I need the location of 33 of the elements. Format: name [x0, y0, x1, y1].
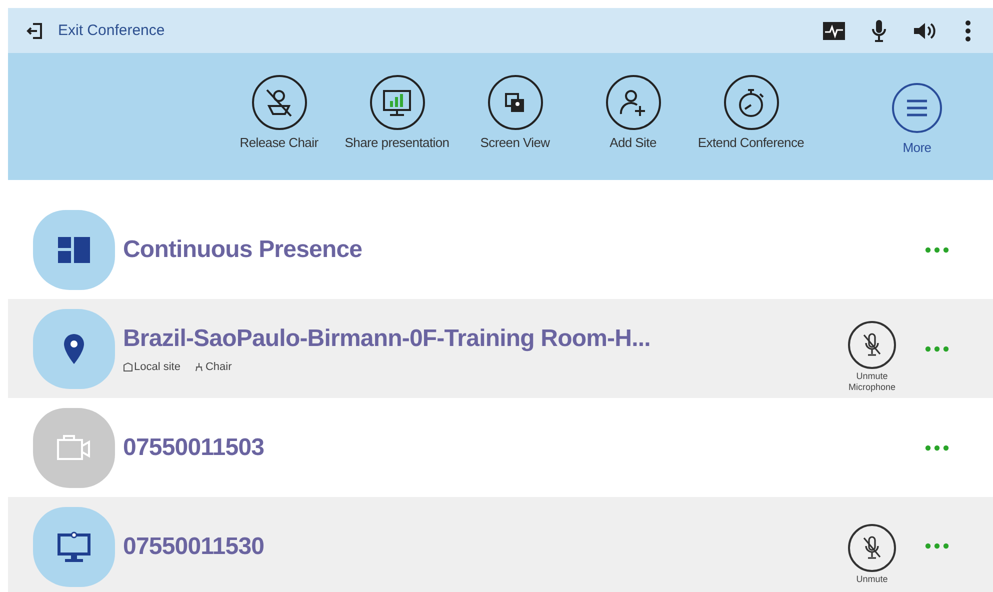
- toolbar-button[interactable]: Add Site: [574, 75, 692, 150]
- site-name: 07550011503: [123, 434, 266, 462]
- muted-microphone-icon: [861, 332, 883, 358]
- more-options-icon[interactable]: [925, 346, 949, 352]
- toolbar-button[interactable]: Release Chair: [220, 75, 338, 150]
- layout-icon: [58, 236, 90, 262]
- site-tag: Local site: [123, 360, 180, 372]
- unmute-microphone-button[interactable]: Unmute Microphone: [837, 320, 907, 392]
- toolbar-button[interactable]: Share presentation: [338, 75, 456, 150]
- waveform-icon[interactable]: [823, 22, 845, 40]
- exit-icon: [26, 22, 44, 40]
- more-options-icon[interactable]: [925, 543, 949, 550]
- monitor-icon: [57, 530, 91, 562]
- site-row[interactable]: 07550011530 Unmute: [8, 497, 993, 592]
- exit-conference-button[interactable]: Exit Conference: [26, 22, 165, 40]
- toolbar-button[interactable]: Screen View: [456, 75, 574, 150]
- building-icon: [123, 362, 133, 372]
- chair-icon: [194, 362, 204, 372]
- video-camera-icon: [56, 434, 92, 460]
- site-row[interactable]: Brazil-SaoPaulo-Birmann-0F-Training Room-H... Local site Chair Unmute Microphone: [8, 299, 993, 398]
- more-icon[interactable]: [965, 20, 971, 42]
- microphone-icon[interactable]: [871, 20, 887, 42]
- muted-microphone-icon: [861, 535, 883, 562]
- more-options-icon[interactable]: [925, 444, 949, 450]
- site-name: Continuous Presence: [123, 236, 364, 264]
- toolbar-button[interactable]: Extend Conference: [692, 75, 810, 150]
- more-options-icon[interactable]: [925, 246, 949, 252]
- location-pin-icon: [63, 332, 85, 364]
- chair-tag: Chair: [194, 360, 232, 372]
- site-name: Brazil-SaoPaulo-Birmann-0F-Training Room-H...: [123, 324, 652, 352]
- menu-icon: [905, 98, 929, 118]
- more-button[interactable]: More: [882, 83, 952, 155]
- site-name: 07550011530: [123, 532, 266, 560]
